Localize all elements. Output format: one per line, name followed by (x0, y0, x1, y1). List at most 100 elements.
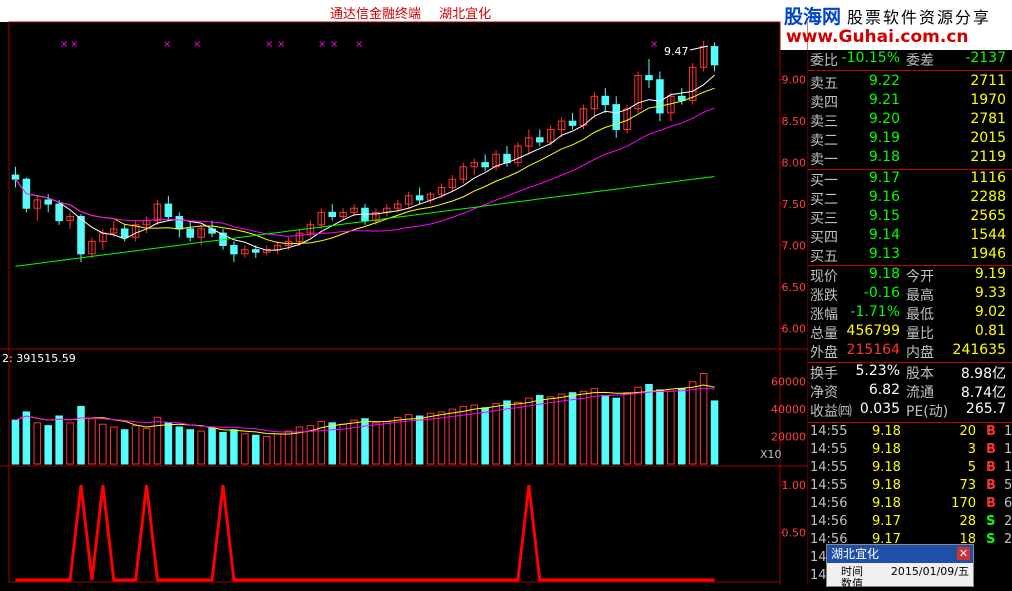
tick-price: 9.18 (872, 478, 901, 493)
tick-count: 6 (1004, 496, 1012, 511)
volume-bar (437, 411, 446, 465)
fund-label: 净资 (810, 385, 838, 401)
signal-tick-label: 1.00 (782, 479, 807, 492)
bid-volume: 1116 (970, 170, 1006, 186)
volume-bar (251, 434, 260, 465)
popup-value-row: 数值 (827, 575, 973, 590)
indicator-popup[interactable]: 湖北宜化 ✕ 时间 2015/01/09/五 数值 (826, 544, 974, 590)
tick-row: 14:56 9.18 170 B 6 (808, 496, 1012, 514)
volume-bar (645, 383, 653, 465)
ask-row: 卖五 9.22 2711 (808, 73, 1012, 92)
tick-time: 14:55 (810, 424, 848, 439)
ask-price: 9.22 (868, 73, 900, 89)
candle-body (120, 228, 129, 238)
tick-volume: 170 (951, 496, 976, 511)
logo-url: www.Guhai.com.cn (786, 27, 969, 47)
volume-bar (568, 392, 577, 465)
volume-bar (557, 393, 566, 465)
candle-body (55, 203, 63, 222)
bid-label: 买四 (810, 230, 838, 246)
tick-row: 14:56 9.17 28 S 2 (808, 514, 1012, 532)
candle-body (415, 195, 424, 201)
volume-bar (153, 416, 162, 465)
fund-row: 换手 5.23% 股本 8.98亿 (808, 363, 1012, 382)
stat-row: 总量 456799 量比 0.81 (808, 323, 1012, 342)
stat-label: 涨幅 (810, 307, 838, 323)
logo-tagline: 股票软件资源分享 (847, 8, 992, 27)
volume-bar (546, 396, 555, 465)
ask-row: 卖四 9.21 1970 (808, 92, 1012, 111)
fund-value: 6.82 (868, 382, 900, 398)
weibi-value: -10.15% (841, 50, 900, 66)
stat-label: 现价 (810, 269, 838, 285)
top-markers: × × × × × × × × × × (60, 39, 709, 51)
candle-body (77, 216, 85, 255)
ask-row: 卖三 9.20 2781 (808, 111, 1012, 130)
bid-volume: 1544 (970, 227, 1006, 243)
high-marker-arrow (689, 45, 709, 51)
candle-body (164, 203, 173, 218)
close-icon[interactable]: ✕ (957, 547, 970, 560)
tick-price: 9.17 (872, 514, 901, 529)
event-marker: × (70, 39, 78, 50)
stat-value-2: 9.02 (974, 304, 1006, 320)
volume-bar (590, 388, 599, 465)
volume-bar (284, 430, 293, 465)
tick-row: 14:55 9.18 20 B 1 (808, 424, 1012, 442)
candle-body (44, 199, 53, 205)
candle-body (568, 120, 577, 126)
tick-count: 1 (1004, 424, 1012, 439)
kline-chart[interactable]: 9.00 8.50 8.00 7.50 7.00 6.50 6.00 60000 40000 2… (0, 0, 808, 585)
fund-value-2: 8.98亿 (960, 366, 1006, 382)
volume-bar (120, 429, 129, 465)
stat-label-2: 今开 (906, 269, 934, 285)
weicha-value: -2137 (965, 50, 1006, 66)
ask-price: 9.21 (868, 92, 900, 108)
tick-count: 5 (1004, 478, 1012, 493)
fund-label: 收益㈣ (810, 404, 852, 420)
volume-bar (372, 422, 380, 465)
tick-price: 9.18 (872, 424, 901, 439)
event-marker: × (163, 39, 171, 50)
volume-bar (601, 394, 610, 465)
volume-bar (415, 415, 424, 465)
volume-bar (667, 390, 675, 465)
volume-bar (44, 425, 53, 465)
volume-bar (109, 426, 118, 465)
volume-bar (492, 403, 500, 465)
bid-label: 买一 (810, 173, 838, 189)
bid-price: 9.17 (868, 170, 900, 186)
signal-tick-label: 0.50 (782, 527, 807, 540)
high-marker: 9.47 (664, 45, 689, 58)
bid-label: 买二 (810, 192, 838, 208)
event-marker: × (60, 39, 68, 50)
volume-bar (535, 394, 544, 465)
tick-direction: B (986, 460, 996, 475)
volume-bar (656, 389, 664, 465)
bid-row: 买一 9.17 1116 (808, 170, 1012, 189)
ask-volume: 2119 (970, 149, 1006, 165)
tick-time: 14:55 (810, 460, 848, 475)
volume-bar (579, 390, 588, 465)
tick-price: 9.18 (872, 496, 901, 511)
tick-direction: B (986, 496, 996, 511)
volume-bar (88, 418, 96, 465)
ask-label: 卖一 (810, 152, 838, 168)
tick-count: 1 (1004, 442, 1012, 457)
tick-row: 14:55 9.18 5 B 1 (808, 460, 1012, 478)
bid-row: 买五 9.13 1946 (808, 246, 1012, 265)
bid-price: 9.13 (868, 246, 900, 262)
event-marker: × (193, 39, 201, 50)
bid-volume: 2288 (970, 189, 1006, 205)
bid-row: 买四 9.14 1544 (808, 227, 1012, 246)
volume-bar (164, 422, 173, 465)
candle-body (481, 162, 489, 168)
tick-volume: 73 (959, 478, 976, 493)
fund-value: 0.035 (859, 401, 900, 417)
tick-count: 2 (1004, 514, 1012, 529)
event-marker: × (318, 39, 326, 50)
chart-frame (0, 21, 808, 585)
fund-label-2: 股本 (906, 366, 934, 382)
volume-bar (66, 422, 74, 465)
volume-tick-label: 60000 (771, 376, 806, 389)
